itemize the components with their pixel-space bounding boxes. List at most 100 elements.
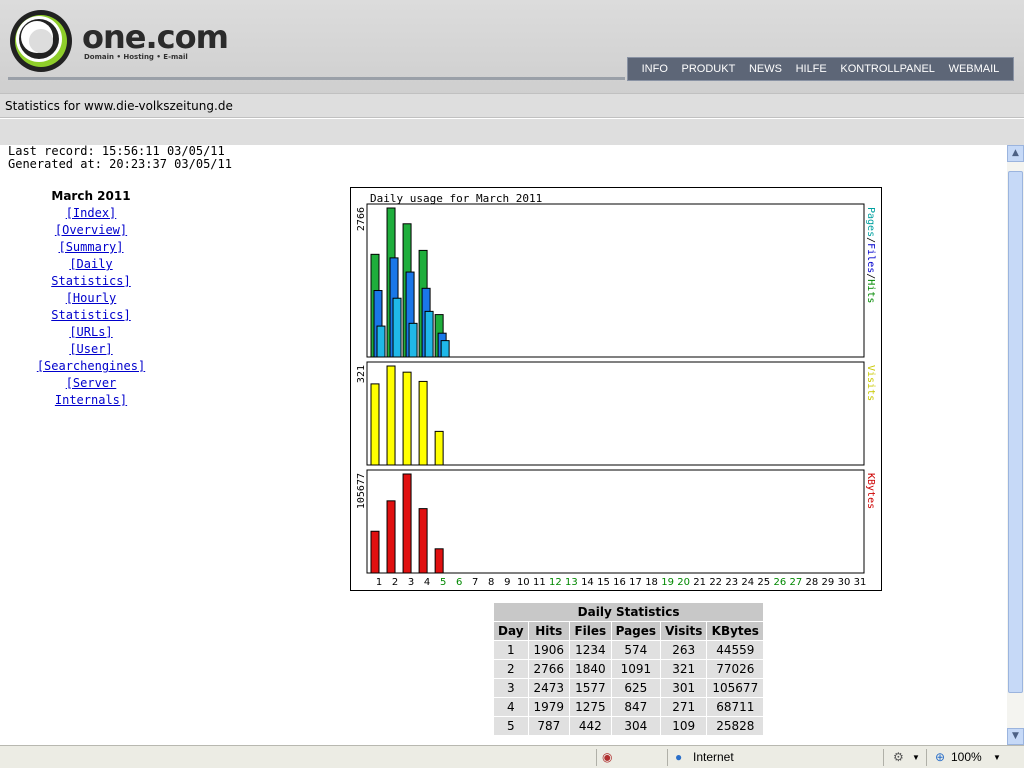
cell: 1577 xyxy=(570,679,611,697)
table-row: 4 1979 1275 847 271 68711 xyxy=(494,698,764,716)
cell: 2473 xyxy=(528,679,570,697)
menu-link-searchengines[interactable]: [Searchengines] xyxy=(36,358,146,375)
nav-news[interactable]: NEWS xyxy=(749,63,782,75)
daily-usage-chart-svg: Daily usage for March 20112766 Pages/File… xyxy=(356,192,876,588)
chart-x-tick: 12 xyxy=(549,577,562,588)
cell: 1906 xyxy=(528,641,570,659)
table-row: 5 787 442 304 109 25828 xyxy=(494,717,764,735)
cell: 301 xyxy=(661,679,707,697)
chart-x-tick: 16 xyxy=(613,577,626,588)
dropdown-arrow-icon[interactable]: ▼ xyxy=(912,749,920,766)
chart-title: Daily usage for March 2011 xyxy=(370,192,542,205)
cell: 4 xyxy=(494,698,528,716)
status-divider xyxy=(667,749,668,766)
menu-link-overview[interactable]: [Overview] xyxy=(36,222,146,239)
cell: 1840 xyxy=(570,660,611,678)
table-caption: Daily Statistics xyxy=(494,603,764,621)
daily-statistics-table: Daily Statistics Day Hits Files Pages Vi… xyxy=(493,602,764,736)
menu-link-hourly-statistics[interactable]: [Hourly Statistics] xyxy=(36,290,146,324)
menu-link-urls[interactable]: [URLs] xyxy=(36,324,146,341)
chart-max-label: 2766 xyxy=(356,207,367,231)
cell: 271 xyxy=(661,698,707,716)
cell: 1275 xyxy=(570,698,611,716)
cell: 304 xyxy=(611,717,661,735)
nav-info[interactable]: INFO xyxy=(642,63,668,75)
col-pages: Pages xyxy=(611,622,661,640)
chart-x-tick: 13 xyxy=(565,577,578,588)
onecom-logo-icon[interactable] xyxy=(8,8,76,74)
cell: 787 xyxy=(528,717,570,735)
chart-series-label-part: Pages xyxy=(865,207,876,237)
vertical-scrollbar[interactable]: ▲ ▼ xyxy=(1007,145,1024,745)
menu-title: March 2011 xyxy=(51,189,131,203)
chart-x-tick: 19 xyxy=(661,577,674,588)
scrollbar-thumb[interactable] xyxy=(1008,171,1023,693)
zoom-level[interactable]: 100% xyxy=(951,749,982,766)
chart-x-tick: 3 xyxy=(408,577,414,588)
cell: 1234 xyxy=(570,641,611,659)
nav-webmail[interactable]: WEBMAIL xyxy=(949,63,1000,75)
chart-bar-visits xyxy=(402,371,412,466)
chart-bar-kbytes xyxy=(370,530,380,574)
chart-x-tick: 23 xyxy=(725,577,738,588)
menu-link-user[interactable]: [User] xyxy=(36,341,146,358)
cell: 1 xyxy=(494,641,528,659)
table-row: 2 2766 1840 1091 321 77026 xyxy=(494,660,764,678)
menu-link-server-internals[interactable]: [Server Internals] xyxy=(36,375,146,409)
chart-x-tick: 6 xyxy=(456,577,462,588)
privacy-eye-icon[interactable]: ◉ xyxy=(602,749,612,766)
chart-bar-visits xyxy=(386,365,396,466)
status-divider xyxy=(926,749,927,766)
col-kbytes: KBytes xyxy=(707,622,764,640)
settings-icon[interactable]: ⚙ xyxy=(893,749,904,766)
zoom-icon[interactable]: ⊕ xyxy=(935,749,945,766)
nav-hilfe[interactable]: HILFE xyxy=(796,63,827,75)
scroll-down-icon[interactable]: ▼ xyxy=(1007,728,1024,745)
cell: 5 xyxy=(494,717,528,735)
cell: 3 xyxy=(494,679,528,697)
chart-x-tick: 25 xyxy=(757,577,770,588)
header-divider xyxy=(8,77,625,80)
chart-bar-pages xyxy=(376,325,386,358)
brand-name: one.com xyxy=(82,18,229,56)
chart-bar-visits xyxy=(418,380,428,466)
table-row: 1 1906 1234 574 263 44559 xyxy=(494,641,764,659)
page-content: Last record: 15:56:11 03/05/11 Generated… xyxy=(0,145,1007,745)
chart-x-tick: 11 xyxy=(533,577,546,588)
main-nav: INFO PRODUKT NEWS HILFE KONTROLLPANEL WE… xyxy=(627,57,1014,81)
chart-bar-visits xyxy=(434,430,444,466)
report-menu: March 2011 [Index] [Overview] [Summary] … xyxy=(36,189,146,409)
scroll-up-icon[interactable]: ▲ xyxy=(1007,145,1024,162)
chart-series-label-part: Hits xyxy=(865,279,876,303)
chart-bar-pages xyxy=(424,310,434,358)
chart-x-tick: 15 xyxy=(597,577,610,588)
cell: 1979 xyxy=(528,698,570,716)
chart-x-tick: 14 xyxy=(581,577,594,588)
chart-x-tick: 18 xyxy=(645,577,658,588)
chart-x-tick: 2 xyxy=(392,577,398,588)
dropdown-arrow-icon[interactable]: ▼ xyxy=(993,749,1001,766)
chart-series-label: Visits xyxy=(865,365,876,401)
browser-status-bar: ◉ ● Internet ⚙ ▼ ⊕ 100% ▼ xyxy=(0,745,1024,768)
chart-series-label-part: Files xyxy=(865,243,876,273)
site-header: one.com Domain • Hosting • E-mail INFO P… xyxy=(0,0,1024,93)
chart-series-label-part: Visits xyxy=(865,365,876,401)
chart-x-tick: 29 xyxy=(822,577,835,588)
chart-bar-kbytes xyxy=(434,548,444,574)
chart-series-label: KBytes xyxy=(865,473,876,509)
daily-usage-chart: Daily usage for March 2011 2766 Pages/File… xyxy=(350,187,882,591)
brand-tagline: Domain • Hosting • E-mail xyxy=(84,53,188,61)
chart-bar-pages xyxy=(392,297,402,358)
cell: 105677 xyxy=(707,679,764,697)
nav-kontrollpanel[interactable]: KONTROLLPANEL xyxy=(840,63,935,75)
security-zone: Internet xyxy=(693,750,734,764)
menu-link-summary[interactable]: [Summary] xyxy=(36,239,146,256)
nav-produkt[interactable]: PRODUKT xyxy=(682,63,736,75)
chart-x-tick: 8 xyxy=(488,577,494,588)
chart-bar-visits xyxy=(370,383,380,466)
chart-x-tick: 28 xyxy=(806,577,819,588)
menu-link-daily-statistics[interactable]: [Daily Statistics] xyxy=(36,256,146,290)
cell: 442 xyxy=(570,717,611,735)
chart-x-tick: 31 xyxy=(854,577,867,588)
menu-link-index[interactable]: [Index] xyxy=(36,205,146,222)
